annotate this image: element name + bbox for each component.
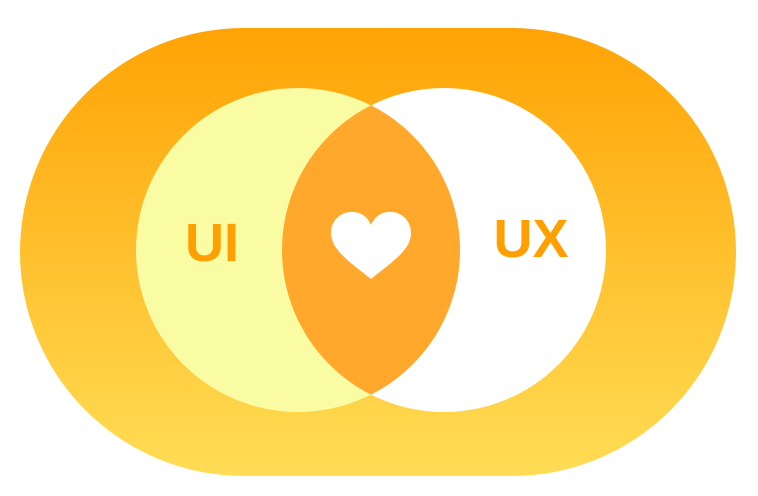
venn-diagram-svg: UI UX bbox=[20, 28, 736, 476]
ux-label: UX bbox=[493, 209, 568, 269]
venn-diagram: UI UX bbox=[0, 0, 758, 496]
ui-label: UI bbox=[185, 213, 239, 273]
